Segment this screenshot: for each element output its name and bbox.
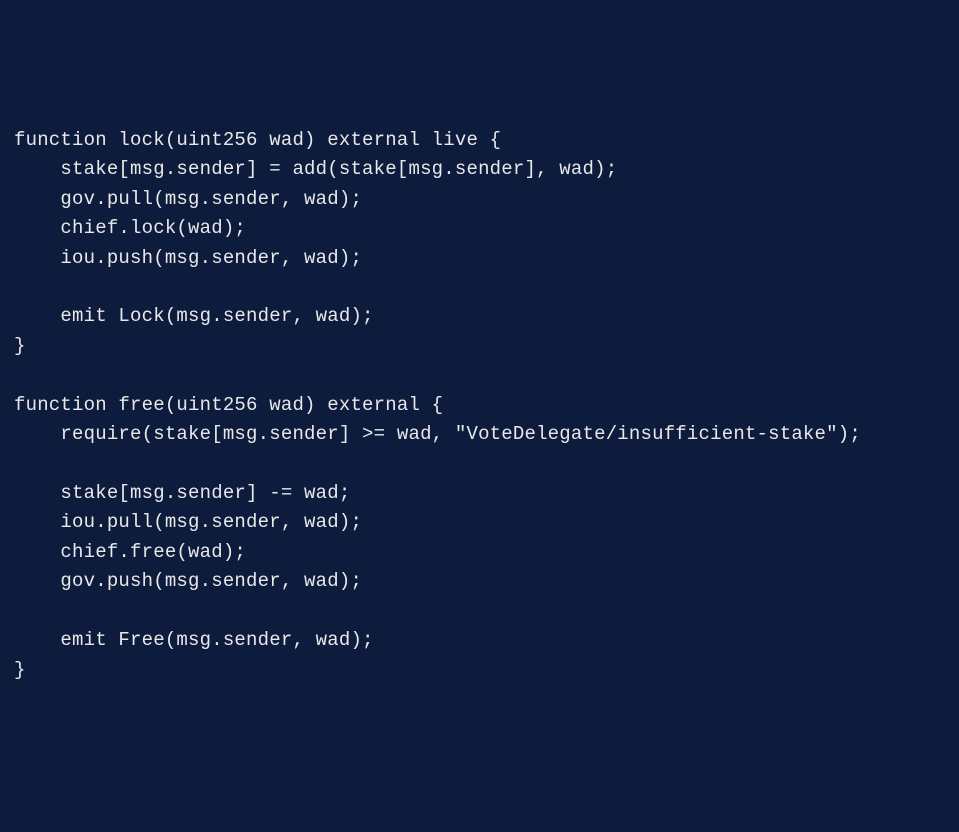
code-line: stake[msg.sender] -= wad; — [14, 482, 350, 504]
code-line: chief.free(wad); — [14, 541, 246, 563]
code-line: emit Free(msg.sender, wad); — [14, 629, 374, 651]
code-line: gov.pull(msg.sender, wad); — [14, 188, 362, 210]
code-line: } — [14, 659, 26, 681]
code-line: } — [14, 335, 26, 357]
code-line: require(stake[msg.sender] >= wad, "VoteD… — [14, 423, 861, 445]
code-line: function lock(uint256 wad) external live… — [14, 129, 501, 151]
code-line: stake[msg.sender] = add(stake[msg.sender… — [14, 158, 617, 180]
code-line: gov.push(msg.sender, wad); — [14, 570, 362, 592]
code-line: iou.push(msg.sender, wad); — [14, 247, 362, 269]
code-line: emit Lock(msg.sender, wad); — [14, 305, 374, 327]
code-line: function free(uint256 wad) external { — [14, 394, 443, 416]
code-snippet: function lock(uint256 wad) external live… — [14, 126, 945, 685]
code-line: chief.lock(wad); — [14, 217, 246, 239]
code-line: iou.pull(msg.sender, wad); — [14, 511, 362, 533]
